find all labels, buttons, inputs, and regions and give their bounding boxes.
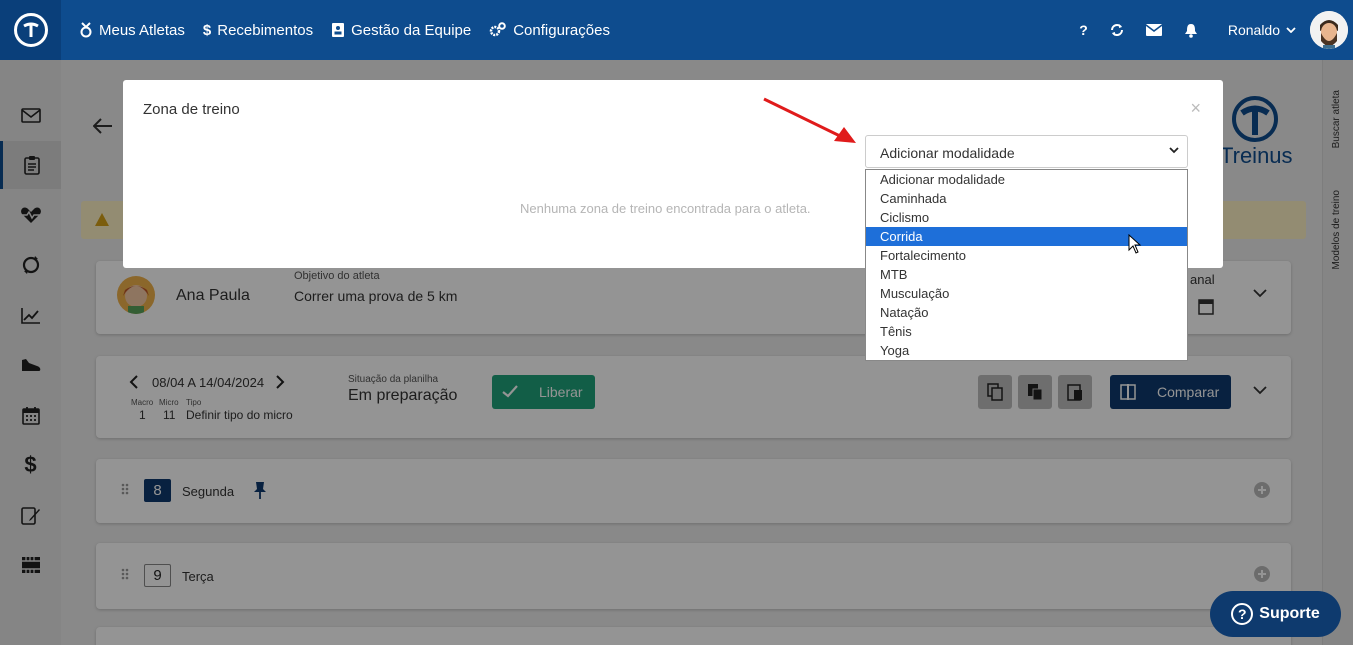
app-logo[interactable] [0,0,61,60]
bell-icon[interactable] [1184,23,1198,38]
nav-label: Meus Atletas [99,21,185,39]
nav-right-group: ? Ronaldo [1079,0,1353,60]
option-musculacao[interactable]: Musculação [866,284,1187,303]
nav-gestao-equipe[interactable]: Gestão da Equipe [331,22,471,39]
support-label: Suporte [1259,605,1320,622]
nav-recebimentos[interactable]: $ Recebimentos [203,22,313,39]
nav-configuracoes[interactable]: Configurações [489,22,610,39]
option-natacao[interactable]: Natação [866,303,1187,322]
nav-meus-atletas[interactable]: Meus Atletas [79,22,185,39]
chevron-down-icon [1286,27,1296,33]
option-yoga[interactable]: Yoga [866,341,1187,360]
avatar[interactable] [1310,11,1348,49]
team-icon [332,23,345,37]
option-caminhada[interactable]: Caminhada [866,189,1187,208]
nav-label: Recebimentos [217,21,314,39]
option-adicionar-modalidade[interactable]: Adicionar modalidade [866,170,1187,189]
nav-label: Configurações [513,21,610,39]
nav-label: Gestão da Equipe [351,21,472,39]
support-button[interactable]: ? Suporte [1210,591,1341,637]
user-name-label: Ronaldo [1227,22,1280,38]
annotation-arrow-icon [763,97,856,143]
modal-title: Zona de treino [143,101,240,118]
close-icon[interactable]: × [1190,98,1201,119]
option-mtb[interactable]: MTB [866,265,1187,284]
chevron-down-icon [1169,147,1179,154]
option-ciclismo[interactable]: Ciclismo [866,208,1187,227]
option-tenis[interactable]: Tênis [866,322,1187,341]
gears-icon [489,22,507,37]
user-menu[interactable]: Ronaldo [1228,22,1296,38]
modality-dropdown: Adicionar modalidade Caminhada Ciclismo … [865,169,1188,361]
dollar-icon: $ [202,21,212,39]
medal-icon [80,22,92,38]
treinus-logo-icon [13,13,48,47]
sync-icon[interactable] [1110,23,1124,37]
modality-select[interactable]: Adicionar modalidade [865,135,1188,168]
empty-message: Nenhuma zona de treino encontrada para o… [520,201,811,216]
help-icon[interactable]: ? [1079,22,1088,38]
select-value: Adicionar modalidade [880,145,1015,161]
top-navbar: Meus Atletas $ Recebimentos Gestão da Eq… [0,0,1353,60]
help-circle-icon: ? [1231,603,1254,625]
mail-icon[interactable] [1145,24,1162,36]
mouse-cursor-icon [1128,234,1142,254]
